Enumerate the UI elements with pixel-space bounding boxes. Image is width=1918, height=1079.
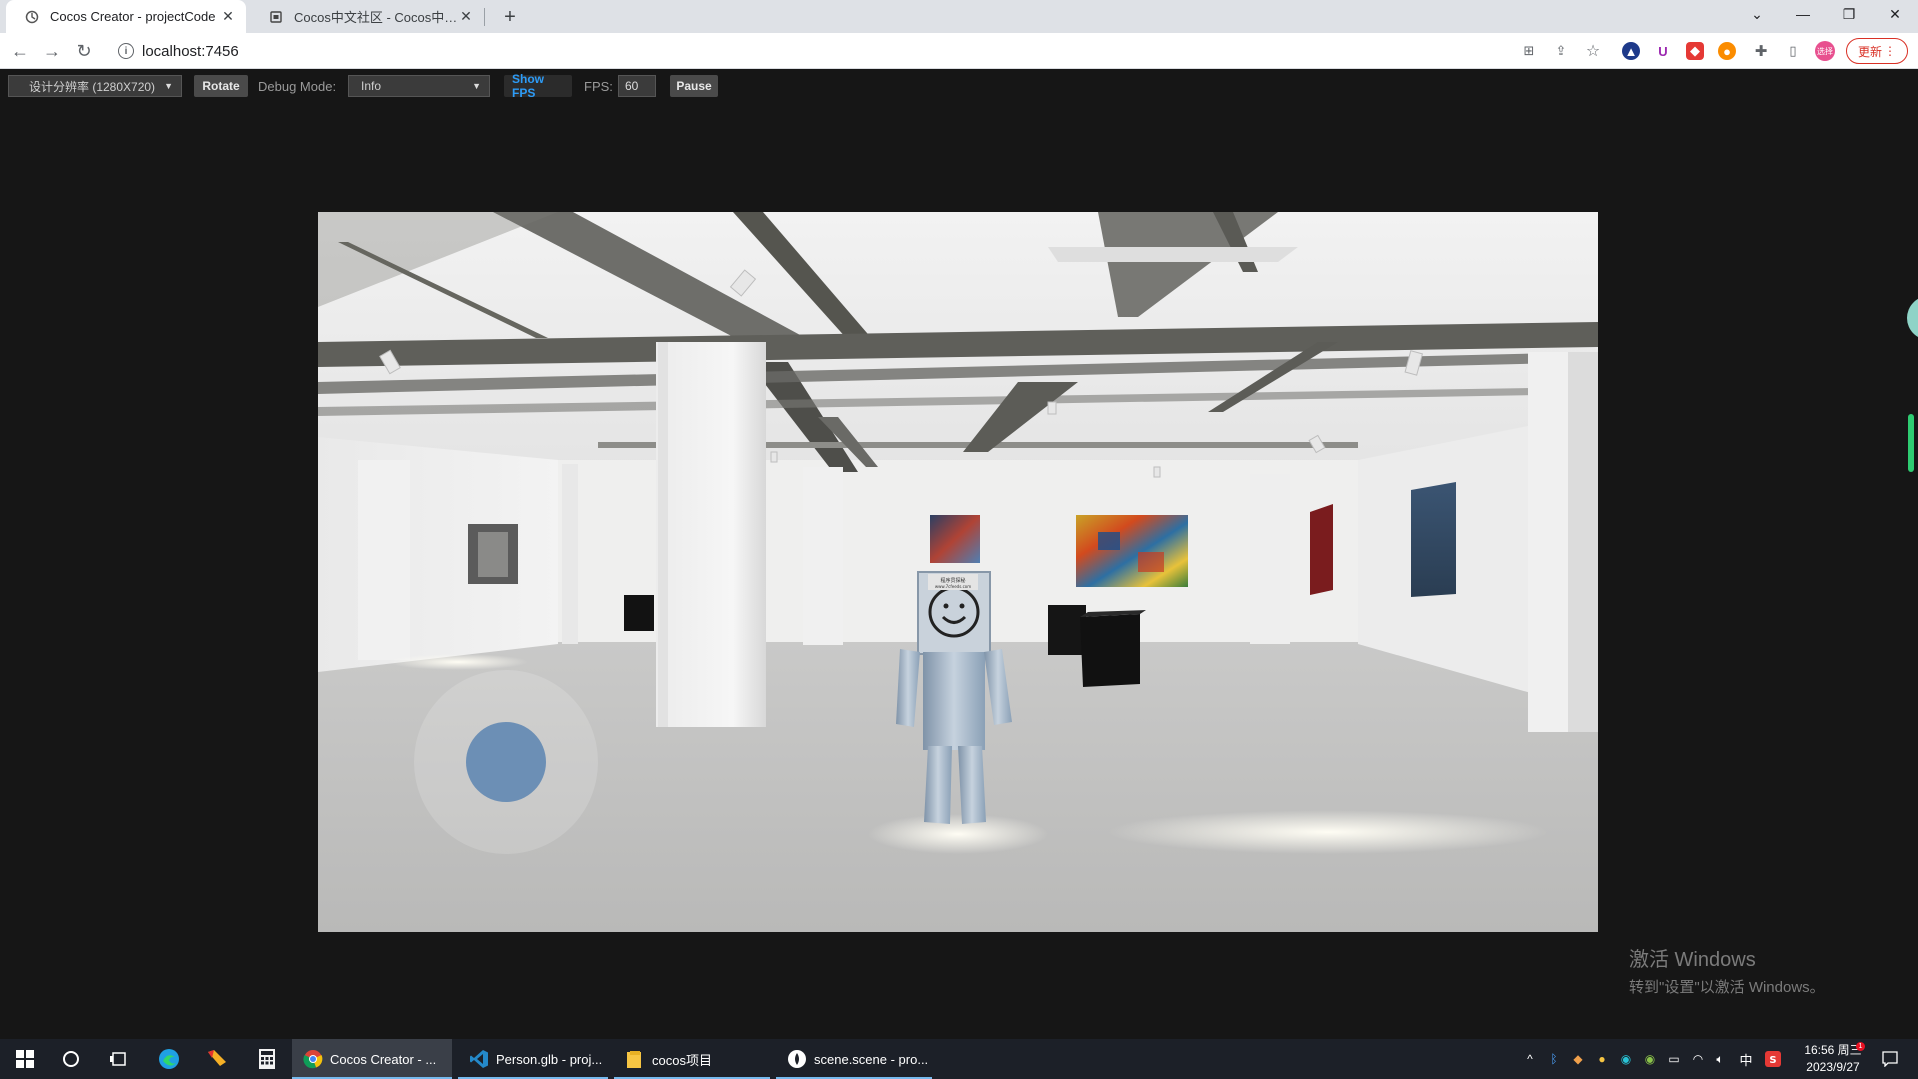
robot-sign-text: 程序员探秘 — [940, 577, 965, 584]
tab-strip: Cocos Creator - projectCode ✕ Cocos中文社区 … — [0, 0, 1918, 33]
restore-button[interactable]: ❐ — [1826, 0, 1872, 28]
cocos-icon — [786, 1048, 808, 1070]
action-center-icon[interactable] — [1878, 1039, 1902, 1079]
back-arrow-icon[interactable]: ← — [8, 39, 32, 63]
close-icon[interactable]: ✕ — [220, 8, 236, 25]
resolution-value: 设计分辨率 (1280X720) — [29, 79, 156, 94]
show-fps-button[interactable]: Show FPS — [504, 72, 572, 100]
battery-icon[interactable]: ▭ — [1666, 1039, 1682, 1079]
bookmark-star-icon[interactable]: ☆ — [1584, 42, 1602, 60]
taskbar-app-label: scene.scene - pro... — [814, 1051, 929, 1067]
sogou-ime-icon[interactable]: S — [1764, 1039, 1782, 1079]
cocos-preview-toolbar: 设计分辨率 (1280X720) ▼ Rotate Debug Mode: In… — [0, 70, 1918, 104]
tray-app-icon[interactable]: ● — [1594, 1039, 1610, 1079]
taskbar-app-label: cocos项目 — [652, 1052, 712, 1068]
taskbar-app-label: Person.glb - proj... — [496, 1051, 603, 1067]
new-tab-button[interactable]: + — [498, 5, 522, 29]
fps-label: FPS: — [584, 79, 613, 94]
share-icon[interactable]: ⇪ — [1552, 42, 1570, 60]
extension-u-icon[interactable]: U — [1654, 42, 1672, 60]
pedestal — [624, 595, 654, 631]
side-panel-icon[interactable]: ▯ — [1784, 42, 1802, 60]
extensions-puzzle-icon[interactable]: ✚ — [1752, 42, 1770, 60]
close-window-button[interactable]: ✕ — [1872, 0, 1918, 28]
notification-badge: 1 — [1856, 1042, 1865, 1051]
taskbar-app-cocos[interactable]: scene.scene - pro... — [776, 1039, 932, 1079]
rotate-button[interactable]: Rotate — [194, 75, 248, 97]
browser-toolbar: ← → ↻ i localhost:7456 ⊞ ⇪ ☆ ▲ U ◆ ● ✚ ▯… — [0, 33, 1918, 69]
task-view-icon[interactable] — [104, 1039, 134, 1079]
tab-cocos-creator[interactable]: Cocos Creator - projectCode ✕ — [6, 0, 246, 33]
tray-app-icon[interactable]: ◉ — [1642, 1039, 1658, 1079]
pedestal — [1048, 605, 1086, 655]
resolution-select[interactable]: 设计分辨率 (1280X720) ▼ — [8, 75, 182, 97]
calculator-icon[interactable] — [252, 1039, 282, 1079]
address-bar[interactable]: i localhost:7456 — [108, 37, 1548, 65]
taskbar-app-folder[interactable]: cocos项目 — [614, 1039, 770, 1079]
ime-indicator[interactable]: 中 — [1738, 1039, 1754, 1079]
search-icon[interactable] — [56, 1039, 86, 1079]
game-canvas[interactable]: 程序员探秘 www.7cfeeds.com — [318, 212, 1598, 932]
page-favicon-icon — [268, 9, 284, 25]
edge-icon[interactable] — [154, 1039, 184, 1079]
tab-title: Cocos Creator - projectCode — [50, 9, 216, 24]
chevron-down-icon: ▼ — [472, 81, 481, 91]
volume-icon[interactable]: 🔈︎ — [1712, 1039, 1728, 1079]
ruler-app-icon[interactable] — [202, 1039, 232, 1079]
side-widget[interactable] — [1907, 296, 1918, 340]
extension-shield-icon[interactable]: ◆ — [1686, 42, 1704, 60]
extension-orange-icon[interactable]: ● — [1718, 42, 1736, 60]
taskbar: Cocos Creator - ... Person.glb - proj...… — [0, 1039, 1918, 1079]
taskbar-app-chrome[interactable]: Cocos Creator - ... — [292, 1039, 452, 1079]
wifi-icon[interactable]: ◠ — [1690, 1039, 1706, 1079]
painting-abstract — [1076, 515, 1188, 587]
side-progress-indicator — [1908, 414, 1914, 472]
debug-mode-value: Info — [361, 79, 382, 93]
svg-text:S: S — [1769, 1055, 1776, 1066]
pause-button[interactable]: Pause — [670, 75, 718, 97]
fps-input[interactable]: 60 — [618, 75, 656, 97]
extension-a-icon[interactable]: ▲ — [1622, 42, 1640, 60]
close-icon[interactable]: ✕ — [458, 8, 474, 25]
vscode-icon — [468, 1048, 490, 1070]
forward-arrow-icon[interactable]: → — [40, 39, 64, 63]
folder-icon — [624, 1048, 646, 1070]
debug-mode-label: Debug Mode: — [258, 79, 337, 94]
taskbar-app-label: Cocos Creator - ... — [330, 1051, 437, 1067]
tab-title: Cocos中文社区 - Cocos中文社区 — [294, 10, 458, 25]
clock-date: 2023/9/27 — [1806, 1060, 1860, 1074]
debug-mode-select[interactable]: Info ▼ — [348, 75, 490, 97]
joystick-knob[interactable] — [466, 722, 546, 802]
tray-app-icon[interactable]: ◆ — [1570, 1039, 1586, 1079]
cocos-favicon-icon — [24, 9, 40, 25]
reload-icon[interactable]: ↻ — [72, 39, 96, 63]
tray-app-icon[interactable]: ◉ — [1618, 1039, 1634, 1079]
gallery-scene: 程序员探秘 www.7cfeeds.com — [318, 212, 1598, 932]
chrome-icon — [302, 1048, 324, 1070]
tab-cocos-community[interactable]: Cocos中文社区 - Cocos中文社区 ✕ — [250, 0, 484, 33]
update-button[interactable]: 更新 ⋮ — [1846, 38, 1908, 64]
minimize-button[interactable]: — — [1780, 0, 1826, 28]
bluetooth-icon[interactable]: ᛒ — [1546, 1039, 1562, 1079]
update-label: 更新 — [1857, 44, 1882, 59]
painting-center-small — [930, 515, 980, 563]
site-info-icon[interactable]: i — [118, 43, 134, 59]
watermark-line2: 转到"设置"以激活 Windows。 — [1629, 979, 1825, 996]
watermark-line1: 激活 Windows — [1629, 949, 1756, 971]
avatar[interactable]: 选择 — [1815, 41, 1835, 61]
start-button[interactable] — [10, 1039, 40, 1079]
url-text: localhost:7456 — [142, 42, 239, 60]
painting-red — [1310, 504, 1333, 595]
chevron-down-icon: ▼ — [164, 81, 173, 91]
painting-blue — [1411, 482, 1456, 597]
activation-watermark: 激活 Windows 转到"设置"以激活 Windows。 — [1629, 943, 1825, 997]
tab-search-icon[interactable]: ⌄ — [1734, 0, 1780, 28]
taskbar-app-vscode[interactable]: Person.glb - proj... — [458, 1039, 608, 1079]
more-menu-icon: ⋮ — [1884, 44, 1896, 58]
translate-icon[interactable]: ⊞ — [1520, 42, 1538, 60]
show-hidden-icons-icon[interactable]: ^ — [1522, 1039, 1538, 1079]
robot-sign-url: www.7cfeeds.com — [935, 584, 971, 589]
windows-logo-icon — [16, 1050, 34, 1068]
tab-divider — [484, 8, 485, 26]
